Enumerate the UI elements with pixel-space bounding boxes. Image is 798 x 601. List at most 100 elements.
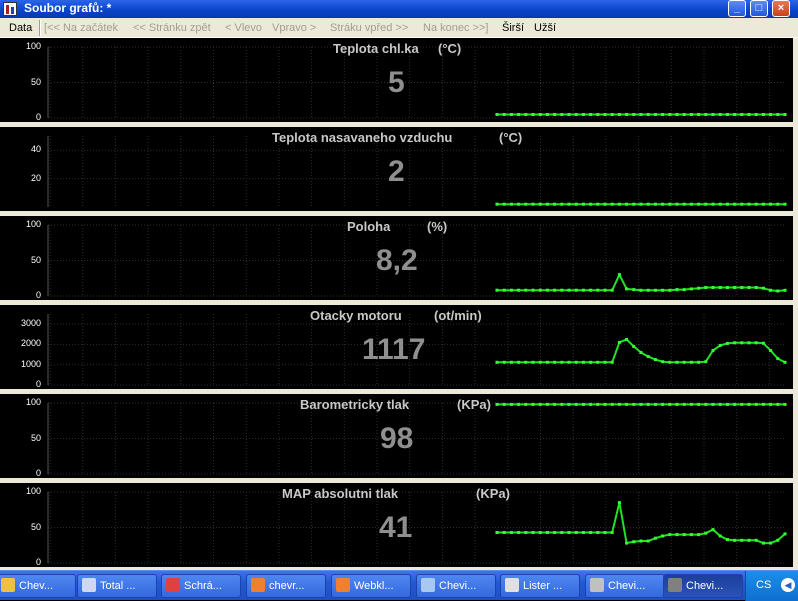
data-point bbox=[646, 202, 650, 206]
data-point bbox=[538, 531, 542, 534]
data-point bbox=[682, 288, 686, 292]
menu-narrower[interactable]: Užší bbox=[534, 22, 556, 34]
tray-expand-icon[interactable]: ◀ bbox=[781, 578, 795, 592]
data-point bbox=[740, 286, 744, 289]
data-point bbox=[517, 202, 521, 206]
data-point bbox=[581, 531, 585, 534]
current-value: 41 bbox=[379, 511, 413, 544]
data-point bbox=[711, 402, 715, 406]
data-point bbox=[589, 402, 593, 406]
data-point bbox=[589, 113, 593, 116]
data-point bbox=[661, 534, 665, 538]
menu-data[interactable]: Data bbox=[9, 22, 32, 34]
menu-end[interactable]: Na konec >>] bbox=[423, 22, 488, 34]
data-point bbox=[682, 360, 686, 364]
data-point bbox=[711, 202, 715, 206]
y-tick-label: 50 bbox=[30, 254, 41, 265]
data-point bbox=[553, 202, 557, 206]
data-point bbox=[740, 202, 744, 206]
menu-wider[interactable]: Širší bbox=[502, 22, 524, 34]
data-point bbox=[697, 360, 701, 364]
data-point bbox=[617, 402, 621, 406]
menu-bar: Data [<< Na začátek << Stránku zpět < Vl… bbox=[0, 18, 798, 38]
data-point bbox=[524, 113, 528, 116]
close-button[interactable]: × bbox=[772, 0, 790, 17]
clipboard-icon bbox=[166, 578, 180, 592]
graph-title: Otacky motoru bbox=[310, 308, 402, 323]
data-point bbox=[524, 531, 528, 534]
data-point bbox=[646, 402, 650, 406]
taskbar-button[interactable]: Lister ... bbox=[500, 574, 580, 598]
data-point bbox=[538, 113, 542, 116]
language-indicator[interactable]: CS bbox=[756, 579, 771, 591]
data-point bbox=[610, 531, 614, 534]
data-point bbox=[610, 288, 614, 292]
data-point bbox=[675, 533, 679, 537]
data-point bbox=[704, 360, 708, 364]
data-point bbox=[538, 288, 542, 292]
data-point bbox=[495, 531, 499, 534]
data-point bbox=[783, 202, 787, 206]
data-point bbox=[502, 113, 506, 116]
data-point bbox=[769, 541, 773, 545]
taskbar-button[interactable]: Total ... bbox=[77, 574, 157, 598]
data-point bbox=[776, 402, 780, 406]
data-point bbox=[632, 113, 636, 116]
y-tick-label: 0 bbox=[35, 379, 41, 389]
data-point bbox=[711, 113, 715, 116]
data-point bbox=[502, 288, 506, 292]
data-point bbox=[524, 288, 528, 292]
taskbar-button[interactable]: Chevi... bbox=[663, 574, 743, 598]
data-point bbox=[689, 113, 693, 116]
data-point bbox=[668, 360, 672, 364]
data-point bbox=[596, 360, 600, 364]
y-tick-label: 100 bbox=[25, 219, 41, 229]
data-point bbox=[769, 288, 773, 292]
taskbar-button[interactable]: Webkl... bbox=[331, 574, 411, 598]
current-value: 1117 bbox=[362, 333, 426, 366]
data-point bbox=[761, 202, 765, 206]
data-point bbox=[524, 360, 528, 364]
data-point bbox=[574, 360, 578, 364]
menu-next-page[interactable]: Stráku vpřed >> bbox=[330, 22, 408, 34]
data-point bbox=[574, 402, 578, 406]
graph-panel: 100 50 0 Teplota chl.ka (°C) 5 bbox=[5, 38, 793, 122]
menu-left[interactable]: < Vlevo bbox=[225, 22, 262, 34]
menu-right[interactable]: Vpravo > bbox=[272, 22, 316, 34]
taskbar-button[interactable]: Chevi... bbox=[416, 574, 496, 598]
y-tick-label: 0 bbox=[35, 112, 41, 122]
taskbar-button[interactable]: Chev... bbox=[0, 574, 76, 598]
data-point bbox=[581, 202, 585, 206]
data-point bbox=[783, 288, 787, 292]
data-point bbox=[697, 202, 701, 206]
data-point bbox=[754, 538, 758, 542]
maximize-button[interactable]: □ bbox=[750, 0, 768, 17]
data-point bbox=[747, 341, 751, 345]
taskbar-button[interactable]: Schrá... bbox=[161, 574, 241, 598]
data-point bbox=[502, 202, 506, 206]
data-point bbox=[531, 402, 535, 406]
data-point bbox=[769, 402, 773, 406]
data-point bbox=[553, 360, 557, 364]
taskbar-button-label: Chevi... bbox=[439, 580, 477, 592]
data-point bbox=[761, 541, 765, 545]
data-point bbox=[661, 360, 665, 364]
data-point bbox=[632, 288, 636, 292]
minimize-button[interactable]: _ bbox=[728, 0, 746, 17]
taskbar-button[interactable]: chevr... bbox=[246, 574, 326, 598]
data-point bbox=[617, 501, 621, 505]
data-point bbox=[574, 113, 578, 116]
data-point bbox=[682, 533, 686, 537]
data-point bbox=[653, 202, 657, 206]
data-point bbox=[553, 288, 557, 292]
data-point bbox=[567, 202, 571, 206]
menu-start[interactable]: [<< Na začátek bbox=[44, 22, 118, 34]
data-point bbox=[581, 288, 585, 292]
data-point bbox=[545, 288, 549, 292]
menu-prev-page[interactable]: << Stránku zpět bbox=[133, 22, 211, 34]
data-point bbox=[761, 286, 765, 290]
data-point bbox=[653, 536, 657, 540]
data-point bbox=[509, 202, 513, 206]
data-point bbox=[740, 402, 744, 406]
taskbar-button[interactable]: Chevi... bbox=[585, 574, 665, 598]
